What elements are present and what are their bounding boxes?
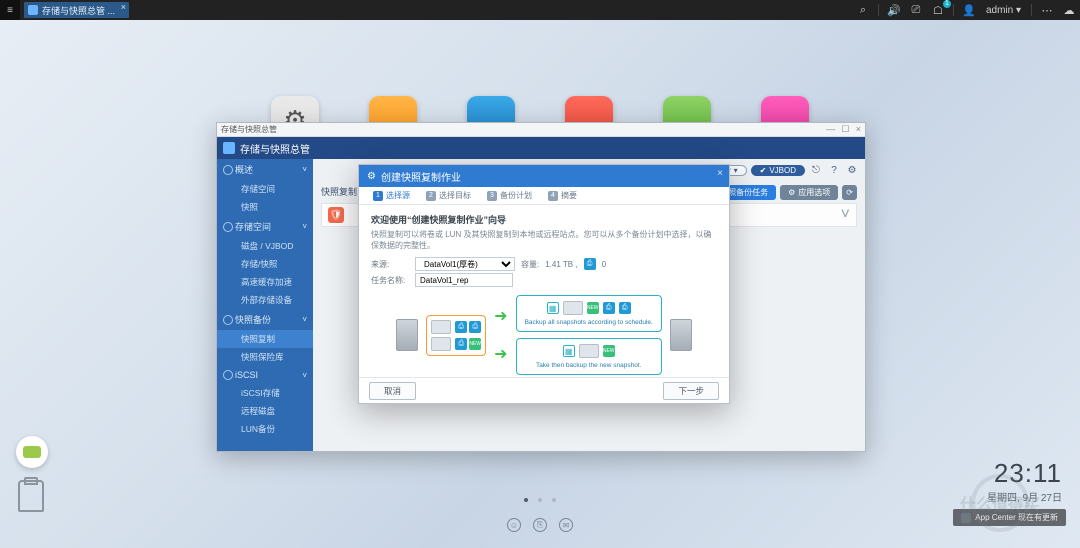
cancel-button[interactable]: 取消 bbox=[369, 382, 416, 400]
snapshot-count: 0 bbox=[602, 260, 606, 269]
arrow-icon: ➜ bbox=[494, 306, 507, 326]
source-select[interactable]: DataVol1(厚卷) bbox=[415, 257, 515, 271]
sidebar-item-iscsi-storage[interactable]: iSCSI存储 bbox=[217, 384, 313, 402]
wizard-step-schedule[interactable]: 3备份计划 bbox=[481, 190, 538, 201]
dest-immediate: ▦NEW Take then backup the new snapshot. bbox=[516, 338, 662, 375]
share-feedback-icon[interactable]: ✉ bbox=[559, 518, 573, 532]
next-button[interactable]: 下一步 bbox=[663, 382, 719, 400]
capacity-value: 1.41 TB , bbox=[545, 260, 577, 269]
taskname-input[interactable] bbox=[415, 273, 513, 287]
sidebar-item-external[interactable]: 外部存储设备 bbox=[217, 291, 313, 309]
banner-expand-icon[interactable]: ˅ bbox=[841, 206, 850, 224]
sidebar-item-remote-disk[interactable]: 远程磁盘 bbox=[217, 402, 313, 420]
main-menu-button[interactable]: ≡ bbox=[0, 0, 20, 20]
window-minimize[interactable]: — bbox=[826, 124, 835, 134]
create-snapshot-wizard: ⚙ 创建快照复制作业 × 1选择源 2选择目标 3备份计划 4摘要 欢迎使用“创… bbox=[358, 164, 730, 404]
wizard-diagram: ⎙⎙ ⎙NEW ➜ ➜ ▦NEW⎙⎙ Backup all snapshots … bbox=[371, 295, 717, 375]
update-toast[interactable]: App Center 现在有更新 bbox=[953, 509, 1066, 526]
diagram-label-1: Backup all snapshots according to schedu… bbox=[525, 319, 653, 326]
clock-widget: 23:11 星期四, 9月 27日 bbox=[987, 458, 1062, 504]
share-smile-icon[interactable]: ☺ bbox=[507, 518, 521, 532]
dest-scheduled: ▦NEW⎙⎙ Backup all snapshots according to… bbox=[516, 295, 662, 332]
wizard-step-target[interactable]: 2选择目标 bbox=[420, 190, 477, 201]
recycle-bin-icon[interactable] bbox=[18, 480, 44, 512]
external-icon[interactable]: ⎋ bbox=[809, 163, 823, 177]
sidebar-item-snap-vault[interactable]: 快照保险库 bbox=[217, 348, 313, 366]
sidebar-item-snapshot[interactable]: 快照 bbox=[217, 198, 313, 216]
clock-time: 23:11 bbox=[987, 458, 1062, 489]
window-header-title: 存储与快照总管 bbox=[240, 141, 310, 156]
window-maximize[interactable]: ☐ bbox=[841, 124, 849, 134]
share-link-icon[interactable]: ⎘ bbox=[533, 518, 547, 532]
wizard-step-summary[interactable]: 4摘要 bbox=[542, 190, 583, 201]
sidebar-item-lun-backup[interactable]: LUN备份 bbox=[217, 420, 313, 438]
calendar-icon: ▦ bbox=[563, 345, 575, 357]
sidebar-item-snap-copy[interactable]: 快照复制 bbox=[217, 330, 313, 348]
notifications-icon[interactable]: ☖1 bbox=[929, 1, 947, 19]
sidebar-cat-snapbackup[interactable]: 快照备份˅ bbox=[217, 309, 313, 330]
nas-target-icon bbox=[670, 319, 692, 351]
devices-icon[interactable]: ⎚ bbox=[907, 1, 925, 19]
vjbod-button[interactable]: ✔ VJBOD bbox=[751, 165, 805, 176]
source-label: 来源: bbox=[371, 259, 409, 270]
shield-icon: 🛡 bbox=[328, 207, 344, 223]
arrow-icon: ➜ bbox=[494, 344, 507, 364]
search-icon[interactable]: ⌕ bbox=[854, 1, 872, 19]
sidebar-cat-storage[interactable]: 存储空间˅ bbox=[217, 216, 313, 237]
sidebar-cat-overview[interactable]: 概述˅ bbox=[217, 159, 313, 180]
sidebar-item-storage-space[interactable]: 存储空间 bbox=[217, 180, 313, 198]
taskbar-item[interactable]: 存储与快照总管 ... bbox=[24, 2, 129, 18]
breadcrumb: 快照复制 bbox=[321, 185, 357, 198]
capacity-label: 容量: bbox=[521, 259, 539, 270]
sidebar-item-disk[interactable]: 磁盘 / VJBOD bbox=[217, 237, 313, 255]
gear-icon: ⚙ bbox=[367, 171, 376, 182]
user-menu[interactable]: admin ▾ bbox=[986, 5, 1021, 16]
wizard-intro-title: 欢迎使用“创建快照复制作业”向导 bbox=[371, 213, 717, 226]
refresh-icon[interactable]: ⟳ bbox=[842, 185, 857, 200]
desktop-pager[interactable] bbox=[524, 498, 556, 502]
more-icon[interactable]: ⋯ bbox=[1038, 1, 1056, 19]
wizard-intro-desc: 快照复制可以将卷或 LUN 及其快照复制到本地或远程站点。您可以从多个备份计划中… bbox=[371, 229, 717, 251]
app-icon bbox=[223, 142, 235, 154]
nas-source-icon bbox=[396, 319, 418, 351]
sidebar-item-cache[interactable]: 高速缓存加速 bbox=[217, 273, 313, 291]
diagram-label-2: Take then backup the new snapshot. bbox=[536, 362, 642, 369]
wizard-close-icon[interactable]: × bbox=[717, 168, 723, 179]
wizard-title: 创建快照复制作业 bbox=[381, 169, 461, 184]
share-bar: ☺ ⎘ ✉ bbox=[507, 518, 573, 532]
window-title: 存储与快照总管 bbox=[221, 124, 277, 135]
options-button[interactable]: ⚙应用选项 bbox=[780, 185, 838, 200]
sidebar: 概述˅ 存储空间 快照 存储空间˅ 磁盘 / VJBOD 存储/快照 高速缓存加… bbox=[217, 159, 313, 451]
settings-icon[interactable]: ⚙ bbox=[845, 163, 859, 177]
snapshot-count-icon: ⎙ bbox=[584, 258, 596, 270]
source-volumes: ⎙⎙ ⎙NEW bbox=[426, 315, 486, 356]
calendar-icon: ▦ bbox=[547, 302, 559, 314]
taskname-label: 任务名称: bbox=[371, 275, 409, 286]
help-icon[interactable]: ? bbox=[827, 163, 841, 177]
sidebar-item-storage-snap[interactable]: 存储/快照 bbox=[217, 255, 313, 273]
sidebar-cat-iscsi[interactable]: iSCSI˅ bbox=[217, 366, 313, 384]
dashboard-icon[interactable]: ☁ bbox=[1060, 1, 1078, 19]
volume-icon[interactable]: 🔊 bbox=[885, 1, 903, 19]
wizard-step-source[interactable]: 1选择源 bbox=[367, 190, 416, 201]
clock-date: 星期四, 9月 27日 bbox=[987, 489, 1062, 504]
user-icon[interactable]: 👤 bbox=[960, 1, 978, 19]
assistant-robot-icon[interactable] bbox=[16, 436, 48, 468]
window-close[interactable]: × bbox=[856, 124, 861, 134]
